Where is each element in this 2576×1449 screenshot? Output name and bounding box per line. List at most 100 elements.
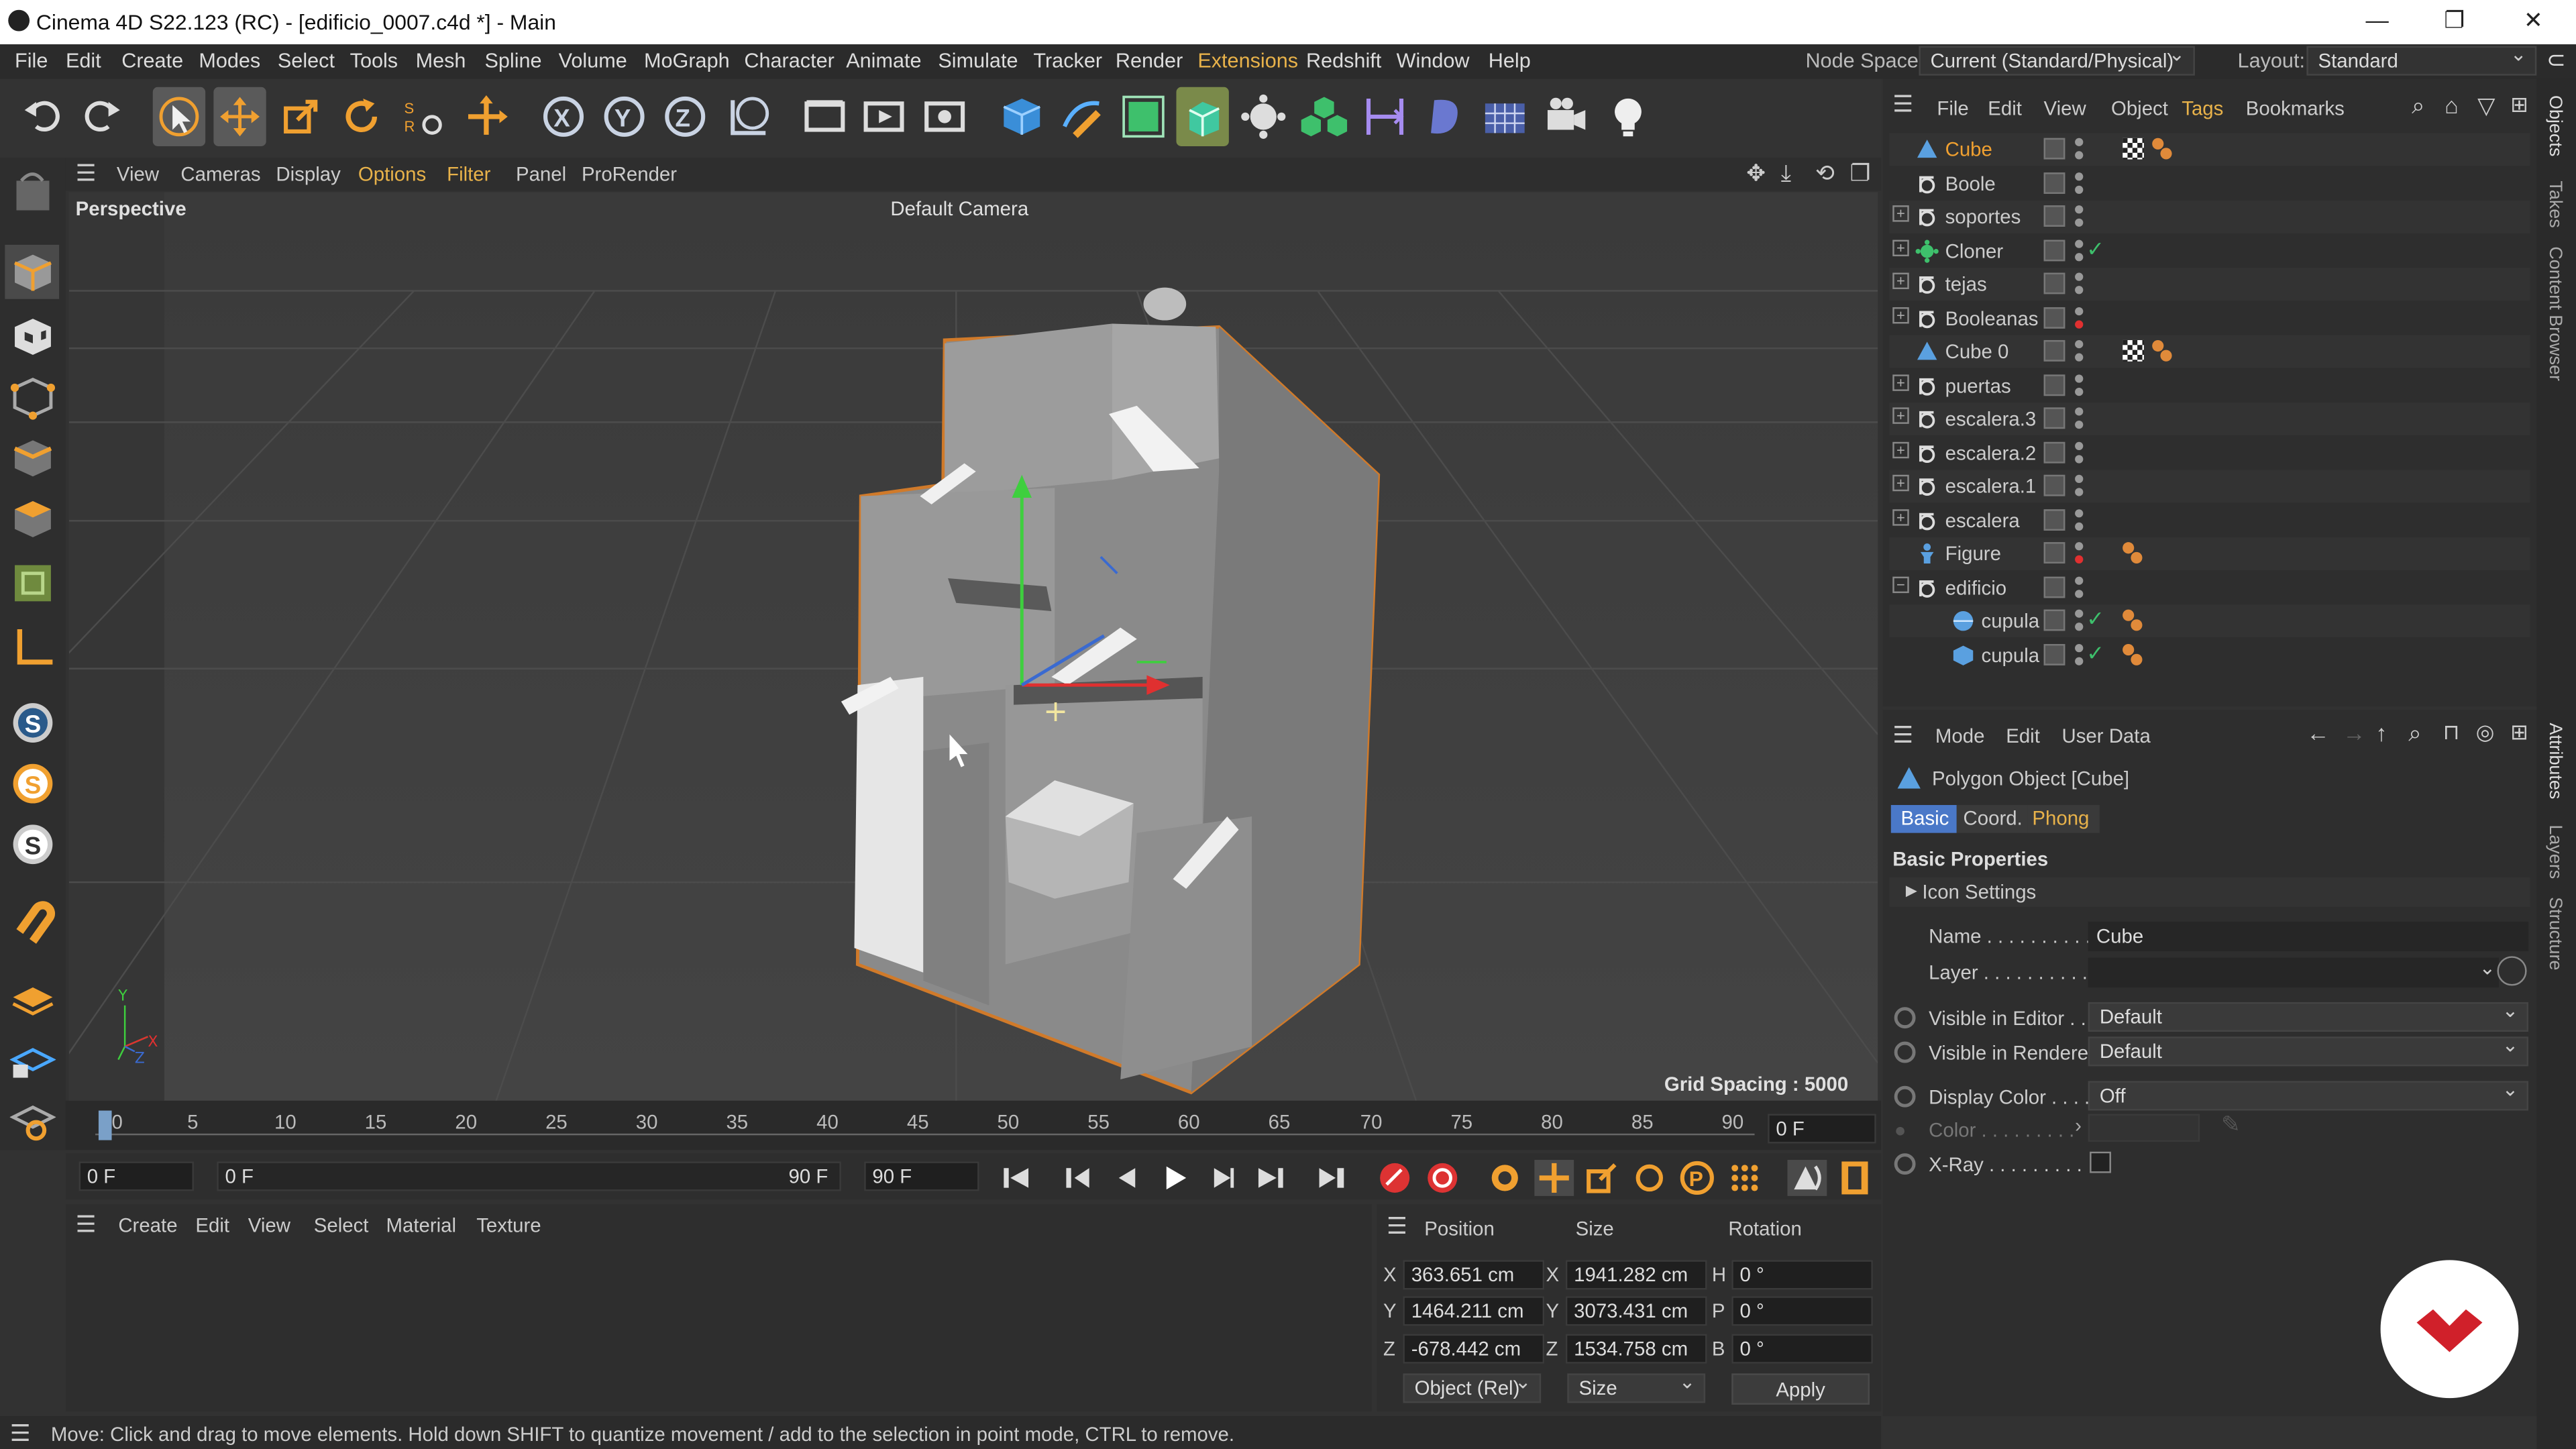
coord-hamburger-icon[interactable]: ☰ bbox=[1387, 1212, 1407, 1240]
object-row-13[interactable]: − edificio bbox=[1889, 571, 2530, 604]
phong-tag-icon[interactable] bbox=[2152, 339, 2175, 363]
object-search-icon[interactable]: ⌕ bbox=[2412, 92, 2424, 120]
object-name[interactable]: cupula bbox=[1981, 610, 2039, 633]
attr-search-icon[interactable]: ⌕ bbox=[2408, 720, 2421, 748]
solo-off-icon[interactable]: S bbox=[5, 695, 59, 749]
visible-renderer-anim-icon[interactable] bbox=[1894, 1041, 1916, 1063]
layer-edit-icon[interactable] bbox=[2043, 508, 2065, 530]
side-tab-objects[interactable]: Objects bbox=[2545, 95, 2565, 156]
coord-mode-dropdown[interactable]: Object (Rel) bbox=[1403, 1370, 1542, 1403]
layer-edit-icon[interactable] bbox=[2043, 441, 2065, 463]
layer-dropdown-icon[interactable]: ⌄ bbox=[2479, 956, 2496, 979]
visibility-dots-icon[interactable] bbox=[2075, 372, 2084, 398]
size-y-field[interactable]: 3073.431 cm bbox=[1565, 1296, 1707, 1326]
object-row-11[interactable]: + escalera bbox=[1889, 504, 2530, 537]
layer-edit-icon[interactable] bbox=[2043, 171, 2065, 193]
end-frame-field[interactable]: 90 F bbox=[864, 1161, 979, 1191]
object-name[interactable]: tejas bbox=[1945, 273, 1987, 296]
menu-render[interactable]: Render bbox=[1116, 49, 1183, 72]
attr-up-icon[interactable]: ↑ bbox=[2375, 720, 2387, 746]
visibility-dots-icon[interactable] bbox=[2075, 608, 2084, 634]
object-name[interactable]: escalera.3 bbox=[1945, 407, 2037, 430]
deformer-icon[interactable] bbox=[1358, 87, 1411, 146]
position-z-field[interactable]: -678.442 cm bbox=[1403, 1334, 1545, 1364]
visibility-dots-icon[interactable] bbox=[2075, 170, 2084, 196]
previous-frame-icon[interactable] bbox=[1108, 1160, 1147, 1196]
record-keys-icon[interactable] bbox=[1375, 1160, 1415, 1196]
visible-editor-anim-icon[interactable] bbox=[1894, 1007, 1916, 1029]
live-selection-icon[interactable] bbox=[152, 87, 206, 146]
timeline-ruler[interactable]: 0 5 10 15 20 25 30 35 40 45 50 55 60 65 … bbox=[95, 1110, 1755, 1140]
object-menu-object[interactable]: Object bbox=[2111, 97, 2168, 119]
floor-environment-icon[interactable] bbox=[1479, 87, 1531, 146]
node-space-dropdown[interactable]: Current (Standard/Physical) bbox=[1919, 43, 2195, 76]
object-row-10[interactable]: + escalera.1 bbox=[1889, 470, 2530, 503]
next-frame-icon[interactable] bbox=[1203, 1160, 1242, 1196]
object-row-0[interactable]: Cube bbox=[1889, 133, 2530, 166]
visibility-dots-icon[interactable] bbox=[2075, 204, 2084, 230]
attr-lock-icon[interactable]: ⊓ bbox=[2443, 720, 2460, 746]
edges-mode-icon[interactable] bbox=[5, 431, 59, 485]
cloner-icon[interactable] bbox=[1237, 87, 1289, 146]
perspective-viewport[interactable]: + Y X Z Perspective Default Camera Grid … bbox=[68, 192, 1878, 1101]
x-axis-lock-icon[interactable]: X bbox=[537, 87, 590, 146]
object-home-icon[interactable]: ⌂ bbox=[2445, 92, 2459, 118]
visibility-dots-icon[interactable] bbox=[2075, 641, 2084, 667]
xray-checkbox[interactable] bbox=[2090, 1151, 2111, 1173]
object-row-4[interactable]: + tejas bbox=[1889, 268, 2530, 301]
solo-hierarchy-icon[interactable]: S bbox=[5, 816, 59, 871]
object-name[interactable]: escalera.1 bbox=[1945, 475, 2037, 498]
expand-toggle-icon[interactable]: − bbox=[1892, 576, 1909, 592]
attr-back-icon[interactable]: ← bbox=[2306, 720, 2329, 746]
menu-animate[interactable]: Animate bbox=[846, 49, 921, 72]
key-point-level-icon[interactable] bbox=[1725, 1160, 1764, 1196]
pen-spline-icon[interactable] bbox=[1057, 87, 1109, 146]
object-name[interactable]: escalera bbox=[1945, 508, 2020, 531]
layer-picker-icon[interactable] bbox=[2497, 956, 2527, 986]
object-name[interactable]: cupula bbox=[1981, 643, 2039, 666]
expand-toggle-icon[interactable]: + bbox=[1892, 272, 1909, 290]
rotation-h-field[interactable]: 0 ° bbox=[1731, 1260, 1873, 1290]
key-position-icon[interactable] bbox=[1534, 1159, 1574, 1196]
side-tab-content-browser[interactable]: Content Browser bbox=[2545, 246, 2565, 381]
viewport-menu-panel[interactable]: Panel bbox=[516, 162, 566, 185]
side-tab-takes[interactable]: Takes bbox=[2545, 180, 2565, 227]
close-button[interactable]: ✕ bbox=[2509, 7, 2558, 36]
range-start-field[interactable]: 0 F bbox=[217, 1161, 841, 1191]
key-rotation-icon[interactable] bbox=[1629, 1160, 1669, 1196]
viewport-menu-display[interactable]: Display bbox=[276, 162, 340, 185]
expand-toggle-icon[interactable]: + bbox=[1892, 306, 1909, 323]
object-name[interactable]: Cloner bbox=[1945, 239, 2004, 262]
attr-forward-icon[interactable]: → bbox=[2343, 720, 2365, 746]
recent-tools-icon[interactable]: SR bbox=[396, 87, 448, 146]
material-menu-texture[interactable]: Texture bbox=[476, 1214, 541, 1237]
field-icon[interactable] bbox=[1417, 87, 1470, 146]
menu-modes[interactable]: Modes bbox=[199, 49, 260, 72]
key-scale-icon[interactable] bbox=[1582, 1160, 1621, 1196]
menu-redshift[interactable]: Redshift bbox=[1306, 49, 1381, 72]
object-name[interactable]: edificio bbox=[1945, 576, 2006, 598]
object-row-12[interactable]: Figure bbox=[1889, 537, 2530, 570]
object-name[interactable]: puertas bbox=[1945, 374, 2011, 396]
redo-icon[interactable] bbox=[76, 87, 128, 146]
transform-tool-icon[interactable] bbox=[460, 87, 513, 146]
visibility-dots-icon[interactable] bbox=[2075, 541, 2084, 567]
visibility-dots-icon[interactable] bbox=[2075, 473, 2084, 499]
model-mode-icon[interactable] bbox=[5, 244, 60, 299]
attr-menu-edit[interactable]: Edit bbox=[2006, 724, 2040, 747]
z-axis-lock-icon[interactable]: Z bbox=[659, 87, 711, 146]
uv-mode-icon[interactable] bbox=[5, 555, 59, 610]
attr-menu-mode[interactable]: Mode bbox=[1935, 724, 1985, 747]
status-hamburger-icon[interactable]: ☰ bbox=[10, 1419, 31, 1448]
icon-settings-row[interactable]: ▶ Icon Settings bbox=[1889, 877, 2530, 907]
timeline-filmstrip-icon[interactable] bbox=[1835, 1160, 1875, 1196]
extrude-generator-icon[interactable] bbox=[1176, 87, 1229, 146]
keyframe-selection-icon[interactable] bbox=[1485, 1160, 1525, 1196]
visibility-dots-icon[interactable] bbox=[2075, 439, 2084, 466]
phong-tag-icon[interactable] bbox=[2123, 643, 2145, 666]
timeline-playhead[interactable] bbox=[98, 1110, 112, 1140]
tab-phong[interactable]: Phong bbox=[2027, 805, 2100, 833]
visible-editor-dropdown[interactable]: Default bbox=[2088, 999, 2529, 1032]
light-icon[interactable] bbox=[1602, 87, 1654, 146]
visibility-dots-icon[interactable] bbox=[2075, 271, 2084, 297]
